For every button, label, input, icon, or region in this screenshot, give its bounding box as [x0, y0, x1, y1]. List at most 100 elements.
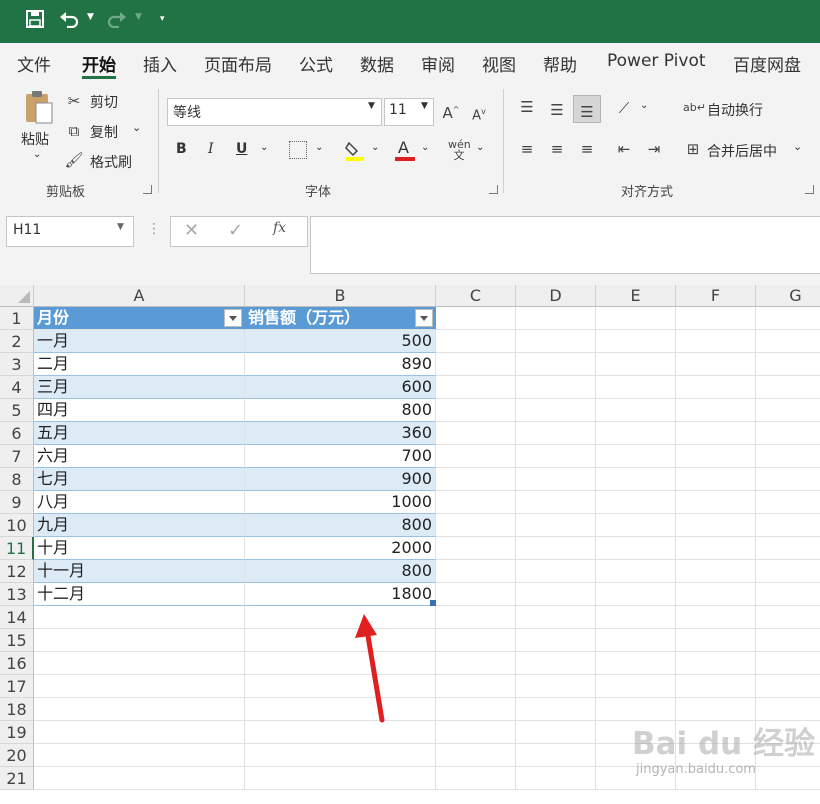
empty-cell[interactable]	[756, 445, 820, 468]
tab-review[interactable]: 审阅	[421, 51, 455, 76]
empty-cell[interactable]	[34, 721, 245, 744]
empty-cell[interactable]	[596, 606, 676, 629]
empty-cell[interactable]	[756, 560, 820, 583]
empty-cell[interactable]	[596, 537, 676, 560]
empty-cell[interactable]	[756, 468, 820, 491]
cut-icon[interactable]: ✂	[64, 91, 84, 111]
tab-home[interactable]: 开始	[82, 51, 116, 76]
empty-cell[interactable]	[676, 445, 756, 468]
font-launcher-icon[interactable]	[489, 185, 498, 194]
empty-cell[interactable]	[516, 330, 596, 353]
align-right-icon[interactable]: ≡	[576, 139, 598, 159]
empty-cell[interactable]	[596, 652, 676, 675]
empty-cell[interactable]	[676, 606, 756, 629]
month-cell[interactable]: 十一月	[34, 560, 245, 583]
empty-cell[interactable]	[596, 307, 676, 330]
row-header[interactable]: 7	[0, 445, 34, 468]
cut-button[interactable]: 剪切	[90, 92, 118, 112]
sales-cell[interactable]: 800	[245, 514, 436, 537]
month-cell[interactable]: 六月	[34, 445, 245, 468]
align-middle-icon[interactable]: ☰	[546, 100, 568, 120]
tab-baidu-netdisk[interactable]: 百度网盘	[733, 51, 801, 76]
empty-cell[interactable]	[676, 330, 756, 353]
paste-dropdown-icon[interactable]: ⌄	[33, 149, 41, 160]
italic-button[interactable]: I	[208, 141, 214, 157]
orientation-icon[interactable]: ⟋	[613, 98, 635, 118]
empty-cell[interactable]	[596, 445, 676, 468]
formula-input[interactable]	[310, 216, 820, 274]
align-top-icon[interactable]: ☰	[516, 97, 538, 117]
empty-cell[interactable]	[756, 606, 820, 629]
table-header-cell[interactable]: 月份	[34, 307, 245, 330]
empty-cell[interactable]	[676, 376, 756, 399]
tab-page-layout[interactable]: 页面布局	[204, 51, 272, 76]
empty-cell[interactable]	[436, 767, 516, 790]
row-header[interactable]: 13	[0, 583, 34, 606]
insert-function-button[interactable]: fx	[273, 220, 286, 236]
month-cell[interactable]: 二月	[34, 353, 245, 376]
empty-cell[interactable]	[436, 560, 516, 583]
empty-cell[interactable]	[756, 514, 820, 537]
column-header-a[interactable]: A	[34, 285, 245, 307]
empty-cell[interactable]	[436, 468, 516, 491]
empty-cell[interactable]	[596, 583, 676, 606]
empty-cell[interactable]	[516, 606, 596, 629]
empty-cell[interactable]	[516, 675, 596, 698]
column-header-c[interactable]: C	[436, 285, 516, 307]
empty-cell[interactable]	[676, 422, 756, 445]
bold-button[interactable]: B	[176, 141, 187, 157]
empty-cell[interactable]	[756, 537, 820, 560]
sales-cell[interactable]: 360	[245, 422, 436, 445]
empty-cell[interactable]	[516, 491, 596, 514]
empty-cell[interactable]	[245, 698, 436, 721]
month-cell[interactable]: 十二月	[34, 583, 245, 606]
underline-dropdown-icon[interactable]: ⌄	[260, 142, 268, 153]
empty-cell[interactable]	[436, 307, 516, 330]
tab-view[interactable]: 视图	[482, 51, 516, 76]
empty-cell[interactable]	[676, 560, 756, 583]
empty-cell[interactable]	[436, 698, 516, 721]
save-icon[interactable]	[24, 10, 46, 32]
tab-data[interactable]: 数据	[360, 51, 394, 76]
empty-cell[interactable]	[516, 652, 596, 675]
enter-icon[interactable]: ✓	[228, 220, 243, 241]
wrap-text-icon[interactable]: ab↵	[683, 98, 706, 118]
row-header[interactable]: 6	[0, 422, 34, 445]
undo-dropdown-icon[interactable]: ▼	[87, 12, 94, 22]
empty-cell[interactable]	[436, 514, 516, 537]
row-header[interactable]: 16	[0, 652, 34, 675]
empty-cell[interactable]	[516, 514, 596, 537]
font-color-dropdown-icon[interactable]: ⌄	[421, 142, 429, 153]
row-header[interactable]: 9	[0, 491, 34, 514]
empty-cell[interactable]	[676, 675, 756, 698]
empty-cell[interactable]	[245, 606, 436, 629]
sales-cell[interactable]: 890	[245, 353, 436, 376]
empty-cell[interactable]	[676, 652, 756, 675]
borders-icon[interactable]	[289, 141, 307, 159]
empty-cell[interactable]	[596, 514, 676, 537]
clipboard-launcher-icon[interactable]	[143, 185, 152, 194]
empty-cell[interactable]	[34, 652, 245, 675]
empty-cell[interactable]	[436, 422, 516, 445]
row-header[interactable]: 4	[0, 376, 34, 399]
empty-cell[interactable]	[436, 399, 516, 422]
paste-button[interactable]: 粘贴	[21, 129, 49, 149]
empty-cell[interactable]	[34, 675, 245, 698]
phonetic-dropdown-icon[interactable]: ⌄	[476, 142, 484, 153]
increase-indent-icon[interactable]: ⇥	[643, 139, 665, 159]
row-header[interactable]: 2	[0, 330, 34, 353]
empty-cell[interactable]	[756, 353, 820, 376]
empty-cell[interactable]	[436, 629, 516, 652]
column-header-b[interactable]: B	[245, 285, 436, 307]
month-cell[interactable]: 三月	[34, 376, 245, 399]
copy-icon[interactable]: ⧉	[64, 121, 84, 141]
empty-cell[interactable]	[245, 767, 436, 790]
row-header[interactable]: 17	[0, 675, 34, 698]
sales-cell[interactable]: 600	[245, 376, 436, 399]
column-header-g[interactable]: G	[756, 285, 820, 307]
row-header[interactable]: 8	[0, 468, 34, 491]
row-header[interactable]: 19	[0, 721, 34, 744]
empty-cell[interactable]	[436, 721, 516, 744]
empty-cell[interactable]	[516, 744, 596, 767]
empty-cell[interactable]	[516, 698, 596, 721]
